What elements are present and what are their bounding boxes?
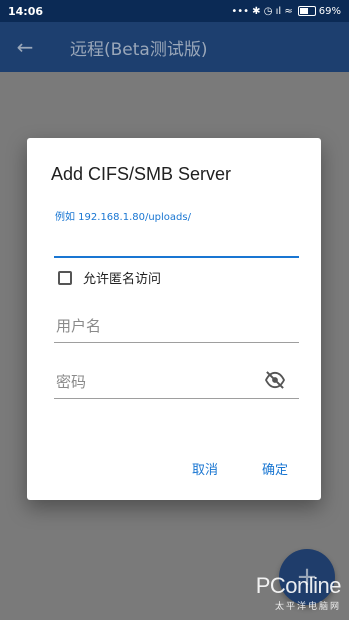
app-bar: ← 远程(Beta测试版) [0, 22, 349, 72]
watermark: PConline 太平洋电脑网 [255, 573, 342, 612]
anonymous-checkbox[interactable] [58, 270, 72, 285]
eye-off-icon[interactable] [264, 371, 286, 389]
watermark-sub: 太平洋电脑网 [274, 601, 341, 611]
status-indicators: ••• ✱ ◷ ıl ≈ [231, 5, 293, 17]
password-input[interactable] [54, 366, 299, 399]
arrow-left-icon[interactable]: ← [0, 35, 50, 59]
anonymous-label: 允许匿名访问 [83, 272, 162, 287]
add-smb-dialog: Add CIFS/SMB Server 例如 192.168.1.80/uplo… [27, 138, 321, 500]
username-input[interactable] [54, 310, 299, 343]
status-icons: ••• ✱ ◷ ıl ≈ 69% [231, 6, 341, 17]
page-title: 远程(Beta测试版) [70, 39, 208, 60]
battery-level [299, 8, 309, 14]
address-input[interactable] [54, 220, 299, 258]
battery-icon [297, 6, 316, 16]
anonymous-access-row[interactable]: 允许匿名访问 [58, 268, 161, 287]
battery-label: 69% [318, 5, 341, 17]
status-time: 14:06 [8, 4, 44, 18]
status-bar: 14:06 ••• ✱ ◷ ıl ≈ 69% [0, 0, 349, 22]
dialog-title: Add CIFS/SMB Server [51, 164, 232, 184]
cancel-button[interactable]: 取消 [192, 459, 218, 478]
battery-indicator: 69% [297, 5, 341, 17]
confirm-button[interactable]: 确定 [262, 459, 288, 478]
watermark-logo: PConline [255, 573, 342, 598]
